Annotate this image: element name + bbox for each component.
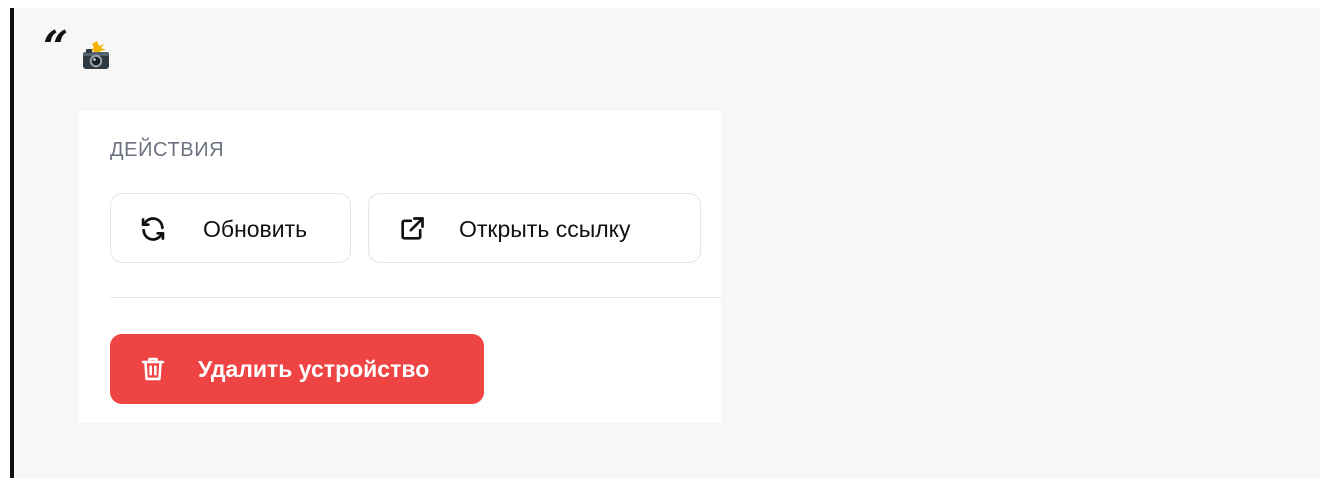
delete-device-button[interactable]: Удалить устройство [110, 334, 484, 404]
refresh-icon [141, 217, 165, 241]
refresh-button[interactable]: Обновить [110, 193, 351, 263]
open-link-button[interactable]: Открыть ссылку [368, 193, 701, 263]
quote-mark: “ [43, 22, 69, 73]
trash-icon [141, 357, 165, 381]
actions-title: ДЕЙСТВИЯ [110, 139, 225, 161]
actions-panel: ДЕЙСТВИЯ Обновить Открыть ссылку Удалить… [79, 111, 721, 423]
page: “ ДЕЙСТВИЯ Обновить Открыть ссылку Удали… [0, 0, 1330, 478]
quote-block: “ ДЕЙСТВИЯ Обновить Открыть ссылку Удали… [10, 8, 1320, 478]
camera-with-flash-icon [83, 41, 109, 69]
refresh-label: Обновить [203, 216, 308, 242]
open-link-label: Открыть ссылку [459, 216, 631, 242]
delete-device-label: Удалить устройство [198, 356, 430, 382]
external-link-icon [401, 217, 424, 240]
quote-border [10, 8, 14, 478]
divider [110, 297, 721, 298]
